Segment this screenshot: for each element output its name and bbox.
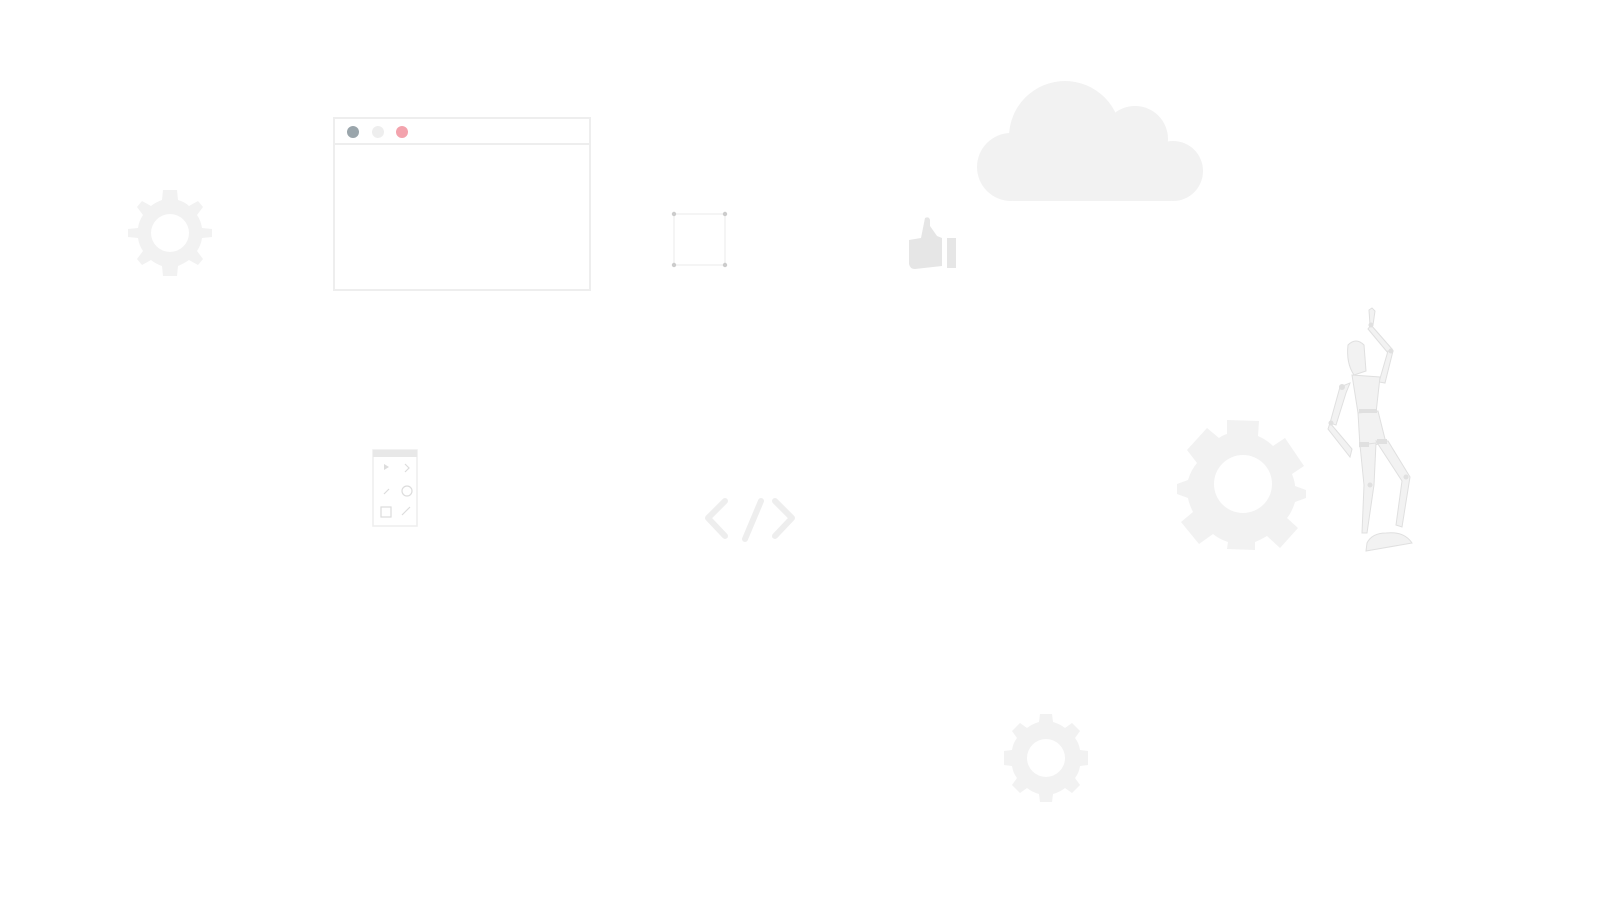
code-brackets-icon (700, 495, 800, 545)
selection-box-icon (670, 210, 730, 270)
window-dot-pink (396, 126, 408, 138)
window-dot-light (372, 126, 384, 138)
gear-icon (1000, 712, 1092, 804)
window-dot-gray (347, 126, 359, 138)
toolbar-panel-icon (372, 449, 420, 529)
gear-icon (125, 188, 215, 278)
browser-titlebar (335, 119, 589, 145)
thumbs-up-icon (905, 214, 961, 272)
mannequin-figure (1322, 305, 1422, 565)
browser-window-icon (333, 117, 591, 291)
illustration-canvas (0, 0, 1600, 900)
gear-icon (1175, 418, 1311, 550)
cloud-icon (975, 75, 1205, 205)
